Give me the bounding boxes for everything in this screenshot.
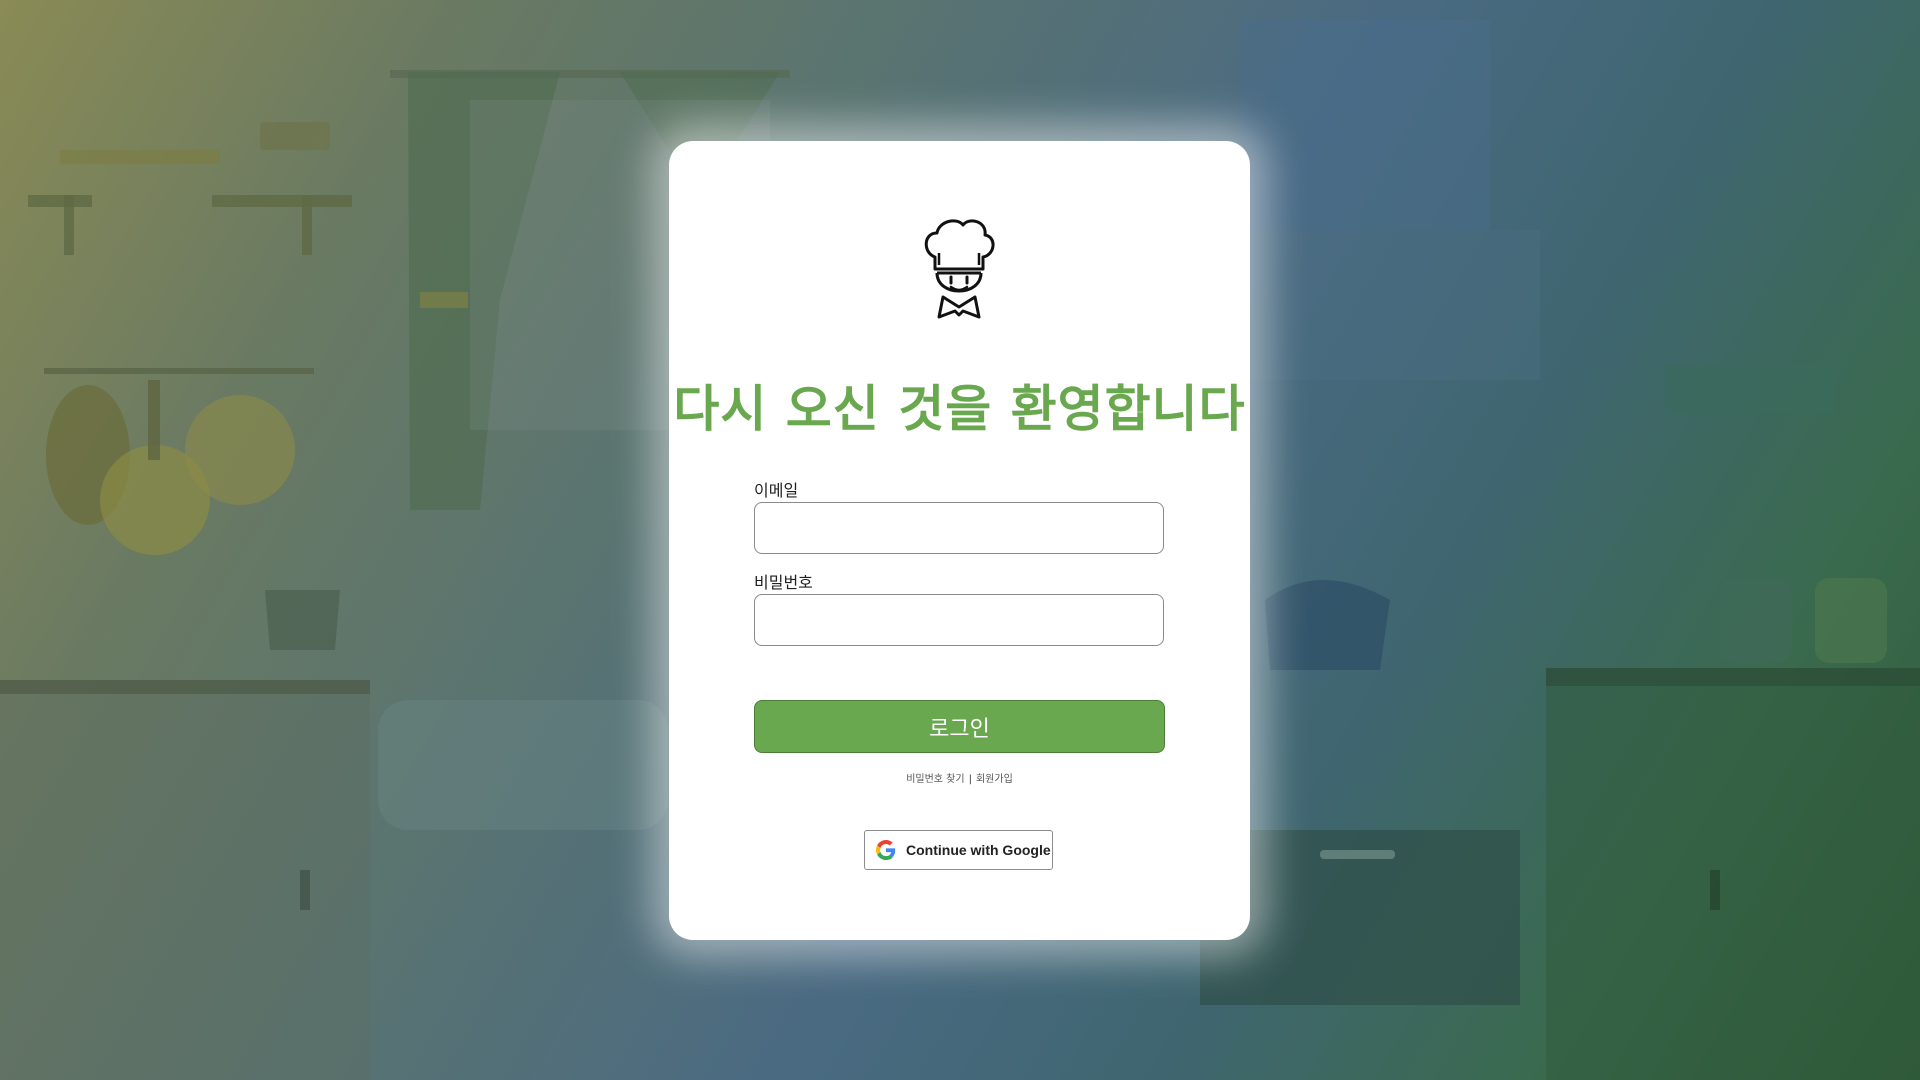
- chef-icon: [924, 219, 995, 319]
- link-separator: |: [968, 774, 972, 785]
- login-card: 다시 오신 것을 환영합니다 이메일 비밀번호 로그인 비밀번호 찾기 | 회원가입…: [669, 141, 1250, 940]
- account-links: 비밀번호 찾기 | 회원가입: [669, 770, 1250, 785]
- google-icon: [876, 840, 896, 860]
- password-input[interactable]: [754, 594, 1164, 646]
- login-button[interactable]: 로그인: [754, 700, 1165, 753]
- google-button-label: Continue with Google: [906, 842, 1051, 858]
- signup-link[interactable]: 회원가입: [976, 774, 1013, 785]
- welcome-title: 다시 오신 것을 환영합니다: [673, 380, 1246, 438]
- password-label: 비밀번호: [754, 573, 813, 592]
- google-signin-button[interactable]: Continue with Google: [864, 830, 1053, 870]
- find-password-link[interactable]: 비밀번호 찾기: [906, 774, 964, 785]
- email-input[interactable]: [754, 502, 1164, 554]
- email-label: 이메일: [754, 481, 799, 500]
